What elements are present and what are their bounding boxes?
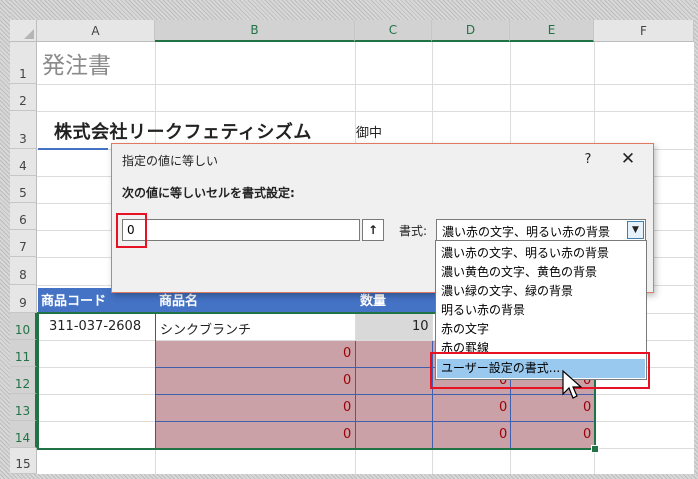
value-input-highlight xyxy=(116,213,147,248)
row-header-10[interactable]: 10 xyxy=(10,313,37,340)
company-name[interactable]: 株式会社リークフェティシズム xyxy=(54,118,312,144)
honorific[interactable]: 御中 xyxy=(356,122,382,141)
value-input[interactable]: 0 xyxy=(122,219,360,241)
frame-left xyxy=(0,0,10,479)
custom-format-highlight xyxy=(430,352,650,389)
frame-right xyxy=(694,0,698,479)
row-header-15[interactable]: 15 xyxy=(10,448,37,474)
select-all-corner[interactable] xyxy=(10,20,37,42)
column-header-d[interactable]: D xyxy=(432,20,510,42)
mouse-pointer-icon xyxy=(562,370,582,399)
company-underline xyxy=(38,148,108,150)
format-select[interactable]: 濃い赤の文字、明るい赤の背景 ▼ xyxy=(436,219,646,241)
format-select-value: 濃い赤の文字、明るい赤の背景 xyxy=(442,225,611,239)
row-header-14[interactable]: 14 xyxy=(10,421,37,448)
fill-handle[interactable] xyxy=(591,445,599,453)
format-option-4[interactable]: 明るい赤の背景 xyxy=(437,301,645,320)
row-header-2[interactable]: 2 xyxy=(10,84,37,111)
row-header-12[interactable]: 12 xyxy=(10,367,37,394)
format-option-5[interactable]: 赤の文字 xyxy=(437,320,645,339)
help-button[interactable]: ? xyxy=(575,148,601,170)
column-header-b[interactable]: B xyxy=(155,20,355,42)
row-header-3[interactable]: 3 xyxy=(10,111,37,149)
format-option-1[interactable]: 濃い赤の文字、明るい赤の背景 xyxy=(437,244,645,263)
row-header-13[interactable]: 13 xyxy=(10,394,37,421)
dialog-prompt: 次の値に等しいセルを書式設定: xyxy=(122,186,295,200)
format-label: 書式: xyxy=(399,224,428,238)
row-header-7[interactable]: 7 xyxy=(10,230,37,257)
dialog-title: 指定の値に等しい xyxy=(122,154,219,168)
collapse-dialog-button[interactable]: ↑ xyxy=(362,219,384,241)
column-header-c[interactable]: C xyxy=(355,20,432,42)
selection-divider xyxy=(155,313,156,449)
frame-bottom xyxy=(0,474,698,479)
column-header-f[interactable]: F xyxy=(594,20,694,42)
row-header-1[interactable]: 1 xyxy=(10,42,37,84)
row-header-8[interactable]: 8 xyxy=(10,257,37,285)
row-header-11[interactable]: 11 xyxy=(10,340,37,367)
close-button[interactable]: ✕ xyxy=(615,148,641,170)
format-option-2[interactable]: 濃い黄色の文字、黄色の背景 xyxy=(437,263,645,282)
column-header-e[interactable]: E xyxy=(510,20,594,42)
header-product-code[interactable]: 商品コード xyxy=(41,290,106,309)
row-header-5[interactable]: 5 xyxy=(10,176,37,203)
document-title[interactable]: 発注書 xyxy=(42,46,111,80)
chevron-down-icon[interactable]: ▼ xyxy=(627,221,644,239)
row-header-4[interactable]: 4 xyxy=(10,149,37,176)
row-header-6[interactable]: 6 xyxy=(10,203,37,230)
gridline xyxy=(37,111,694,112)
format-option-3[interactable]: 濃い緑の文字、緑の背景 xyxy=(437,282,645,301)
gridline xyxy=(37,84,694,85)
frame-top xyxy=(0,0,698,20)
collapse-arrow-icon: ↑ xyxy=(367,223,379,237)
column-header-a[interactable]: A xyxy=(37,20,155,42)
row-header-9[interactable]: 9 xyxy=(10,285,37,313)
